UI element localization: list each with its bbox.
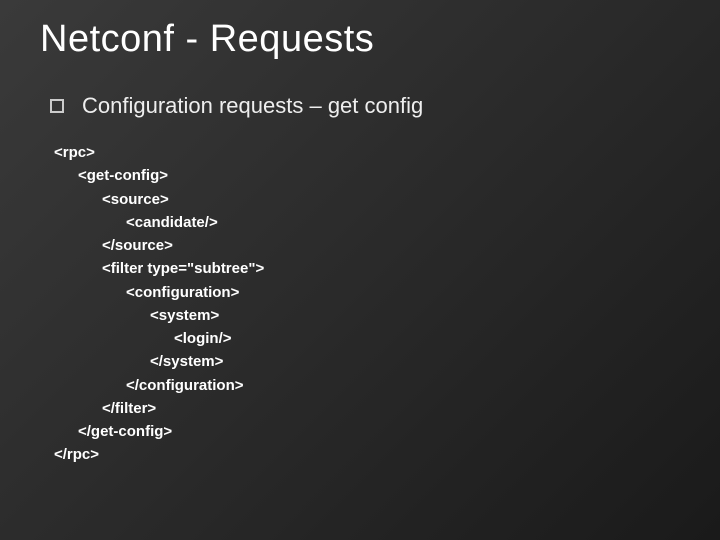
code-line: <rpc>: [54, 141, 690, 164]
code-line: <filter type="subtree">: [54, 257, 690, 280]
code-line: </filter>: [54, 397, 690, 420]
code-block: <rpc> <get-config> <source> <candidate/>…: [54, 141, 690, 467]
code-line: </rpc>: [54, 443, 690, 466]
code-line: <configuration>: [54, 281, 690, 304]
bullet-text: Configuration requests – get config: [82, 93, 423, 119]
code-line: </source>: [54, 234, 690, 257]
code-line: </configuration>: [54, 374, 690, 397]
slide-title: Netconf - Requests: [40, 18, 690, 61]
code-line: <source>: [54, 188, 690, 211]
bullet-item: Configuration requests – get config: [50, 93, 690, 119]
code-line: <system>: [54, 304, 690, 327]
code-line: <get-config>: [54, 164, 690, 187]
code-line: </system>: [54, 350, 690, 373]
code-line: <candidate/>: [54, 211, 690, 234]
bullet-square-icon: [50, 99, 64, 113]
code-line: <login/>: [54, 327, 690, 350]
code-line: </get-config>: [54, 420, 690, 443]
slide-container: Netconf - Requests Configuration request…: [0, 0, 720, 497]
